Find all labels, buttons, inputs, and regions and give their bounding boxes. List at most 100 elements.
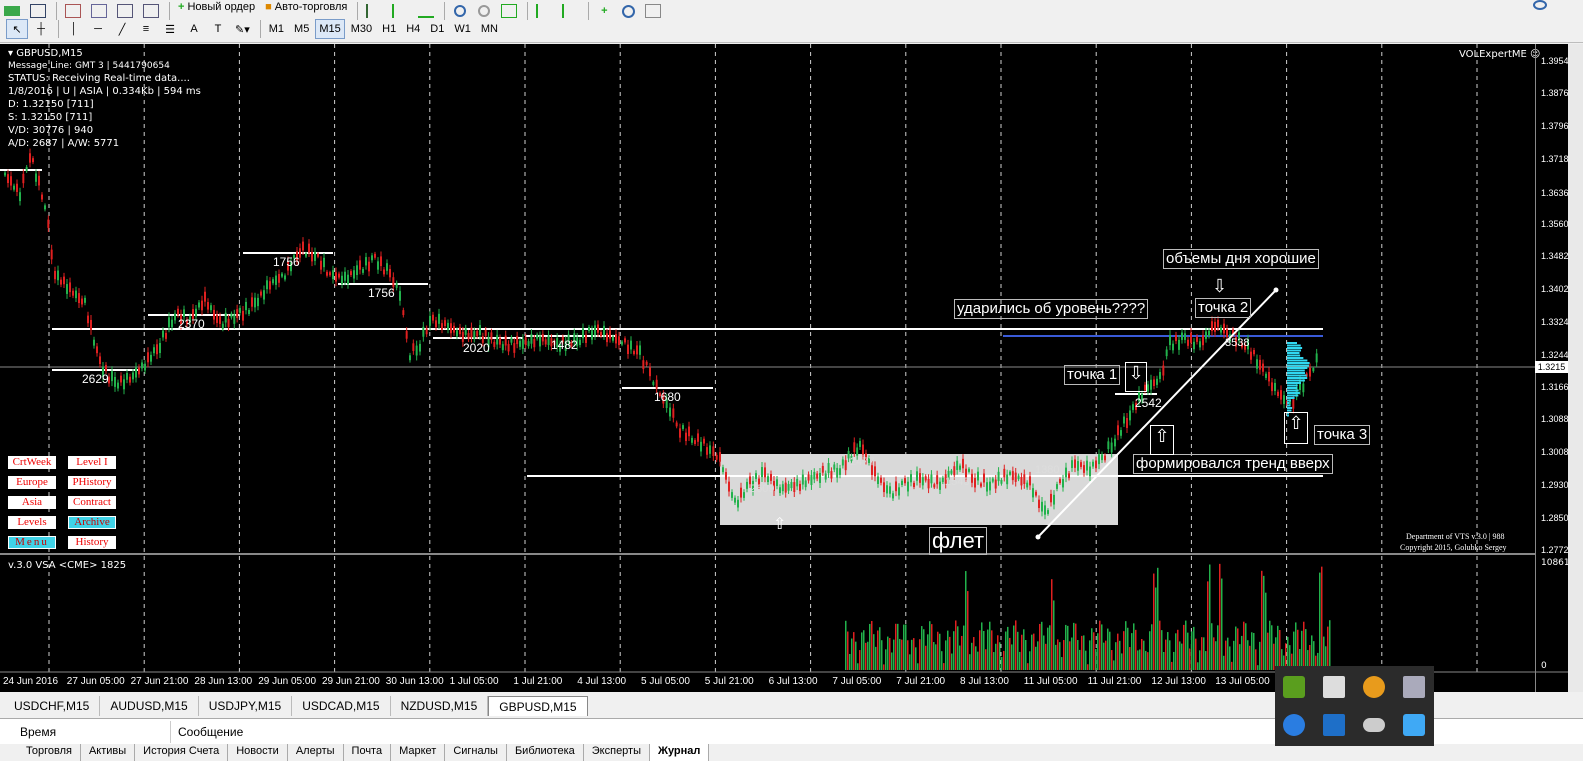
europe-button[interactable]: Europe [8, 476, 56, 489]
annotation-point-3[interactable]: точка 3 [1314, 425, 1371, 445]
chart-canvas[interactable] [0, 44, 1568, 692]
tf-h1[interactable]: H1 [378, 19, 400, 39]
arrow-up-icon: ⇧ [773, 516, 787, 533]
history-button[interactable]: History [68, 536, 116, 549]
volume-bar [927, 634, 929, 670]
tf-m1[interactable]: M1 [265, 19, 288, 39]
level-volume-label: 1482 [551, 338, 578, 352]
volume-bar [1311, 635, 1313, 670]
tf-m5[interactable]: M5 [290, 19, 313, 39]
terminal-tab[interactable]: Почта [344, 744, 392, 761]
volume-bar [1189, 648, 1191, 670]
candle-body [827, 463, 830, 473]
horizontal-line-icon[interactable]: ─ [87, 19, 109, 39]
app-icon[interactable] [1323, 714, 1345, 736]
tf-d1[interactable]: D1 [426, 19, 448, 39]
volume-bar [873, 634, 875, 670]
terminal-tab-journal[interactable]: Журнал [650, 744, 710, 761]
nvidia-icon[interactable] [1283, 676, 1305, 698]
column-header-message[interactable]: Сообщение [178, 725, 243, 739]
fibo-icon[interactable]: ☰ [159, 19, 181, 39]
tf-m30[interactable]: M30 [347, 19, 376, 39]
volume-bar [909, 654, 911, 670]
asia-button[interactable]: Asia [8, 496, 56, 509]
channel-icon[interactable]: ≡ [135, 19, 157, 39]
chart-shift-icon[interactable] [532, 1, 556, 21]
terminal-tab[interactable]: Торговля [0, 744, 81, 761]
terminal-tab[interactable]: Маркет [391, 744, 446, 761]
autoscroll-icon[interactable] [558, 1, 582, 21]
candle-body [819, 472, 821, 483]
candle-body [924, 476, 927, 481]
level-1-button[interactable]: Level I [68, 456, 116, 469]
text-icon[interactable]: A [183, 19, 205, 39]
annotation-hit-level[interactable]: ударились об уровень???? [954, 299, 1149, 319]
text-label-icon[interactable]: T [207, 19, 229, 39]
candle-body [50, 249, 53, 260]
column-header-time[interactable]: Время [20, 725, 56, 739]
vertical-line-icon[interactable]: │ [63, 19, 85, 39]
volume-bar [1199, 650, 1201, 670]
tab-usdchf[interactable]: USDCHF,M15 [4, 696, 101, 716]
autotrading-button[interactable]: ■ Авто-торговля [261, 0, 351, 17]
candle-body [1268, 371, 1270, 382]
terminal-tab[interactable]: Алерты [288, 744, 344, 761]
display-icon[interactable] [1403, 676, 1425, 698]
annotation-point-1[interactable]: точка 1 [1064, 365, 1121, 385]
candle-body [1223, 323, 1225, 334]
annotation-trend-up[interactable]: формировался тренд вверх [1133, 454, 1333, 474]
new-order-button[interactable]: + Новый ордер [174, 0, 259, 17]
tab-gbpusd[interactable]: GBPUSD,M15 [488, 696, 588, 716]
crosshair-icon[interactable]: ┼ [30, 19, 52, 39]
annotation-point-2[interactable]: точка 2 [1195, 298, 1252, 318]
annotation-flat[interactable]: флет [929, 527, 988, 555]
terminal-tab[interactable]: Сигналы [445, 744, 507, 761]
phistory-button[interactable]: PHistory [68, 476, 116, 489]
cloud-icon[interactable] [1363, 718, 1385, 732]
volume-bar [1003, 650, 1005, 670]
terminal-tab[interactable]: Библиотека [507, 744, 584, 761]
candle-body [183, 309, 185, 317]
chart-window[interactable]: ▾ GBPUSD,M15 Message Line: GMT 3 | 54417… [0, 44, 1570, 692]
tab-nzdusd[interactable]: NZDUSD,M15 [391, 696, 489, 716]
volume-bar [1269, 620, 1271, 670]
crtweek-button[interactable]: CrtWeek [8, 456, 56, 469]
volume-profile-bar [1287, 387, 1298, 389]
contract-button[interactable]: Contract [68, 496, 116, 509]
cursor-icon[interactable]: ↖ [6, 19, 28, 39]
indicators-icon[interactable]: + [593, 1, 615, 21]
security-warning-icon[interactable] [1363, 676, 1385, 698]
tf-m15[interactable]: M15 [315, 19, 345, 39]
terminal-tab[interactable]: Активы [81, 744, 136, 761]
candle-body [1047, 510, 1049, 514]
arrows-dropdown-icon[interactable]: ✎▾ [231, 19, 254, 39]
candle-body [669, 407, 671, 417]
volume-bar [1303, 621, 1305, 670]
tab-audusd[interactable]: AUDUSD,M15 [100, 696, 199, 716]
chart-scrollbar[interactable] [1568, 44, 1583, 692]
terminal-tab[interactable]: История Счета [135, 744, 229, 761]
tf-mn[interactable]: MN [477, 19, 502, 39]
archive-button[interactable]: Archive [68, 516, 116, 529]
terminal-tab[interactable]: Новости [228, 744, 288, 761]
candle-body [694, 440, 696, 444]
candle-body [1041, 501, 1043, 512]
annotation-good-volumes[interactable]: объемы дня хорошие [1163, 249, 1319, 269]
tray-app-icon[interactable] [1403, 714, 1425, 736]
tab-usdcad[interactable]: USDCAD,M15 [292, 696, 391, 716]
tf-h4[interactable]: H4 [402, 19, 424, 39]
search-icon[interactable] [1533, 0, 1547, 10]
volume-bar [889, 638, 891, 670]
tab-usdjpy[interactable]: USDJPY,M15 [199, 696, 293, 716]
periods-icon[interactable] [617, 1, 639, 21]
tf-w1[interactable]: W1 [450, 19, 475, 39]
terminal-tabs: Торговля Активы История Счета Новости Ал… [0, 744, 1583, 761]
trendline-icon[interactable]: ╱ [111, 19, 133, 39]
printer-icon[interactable] [1323, 676, 1345, 698]
candle-body [213, 309, 215, 320]
network-globe-icon[interactable] [1283, 714, 1305, 736]
templates-icon[interactable] [641, 1, 665, 21]
menu-button[interactable]: Menu [8, 536, 56, 549]
levels-button[interactable]: Levels [8, 516, 56, 529]
terminal-tab[interactable]: Эксперты [584, 744, 651, 761]
